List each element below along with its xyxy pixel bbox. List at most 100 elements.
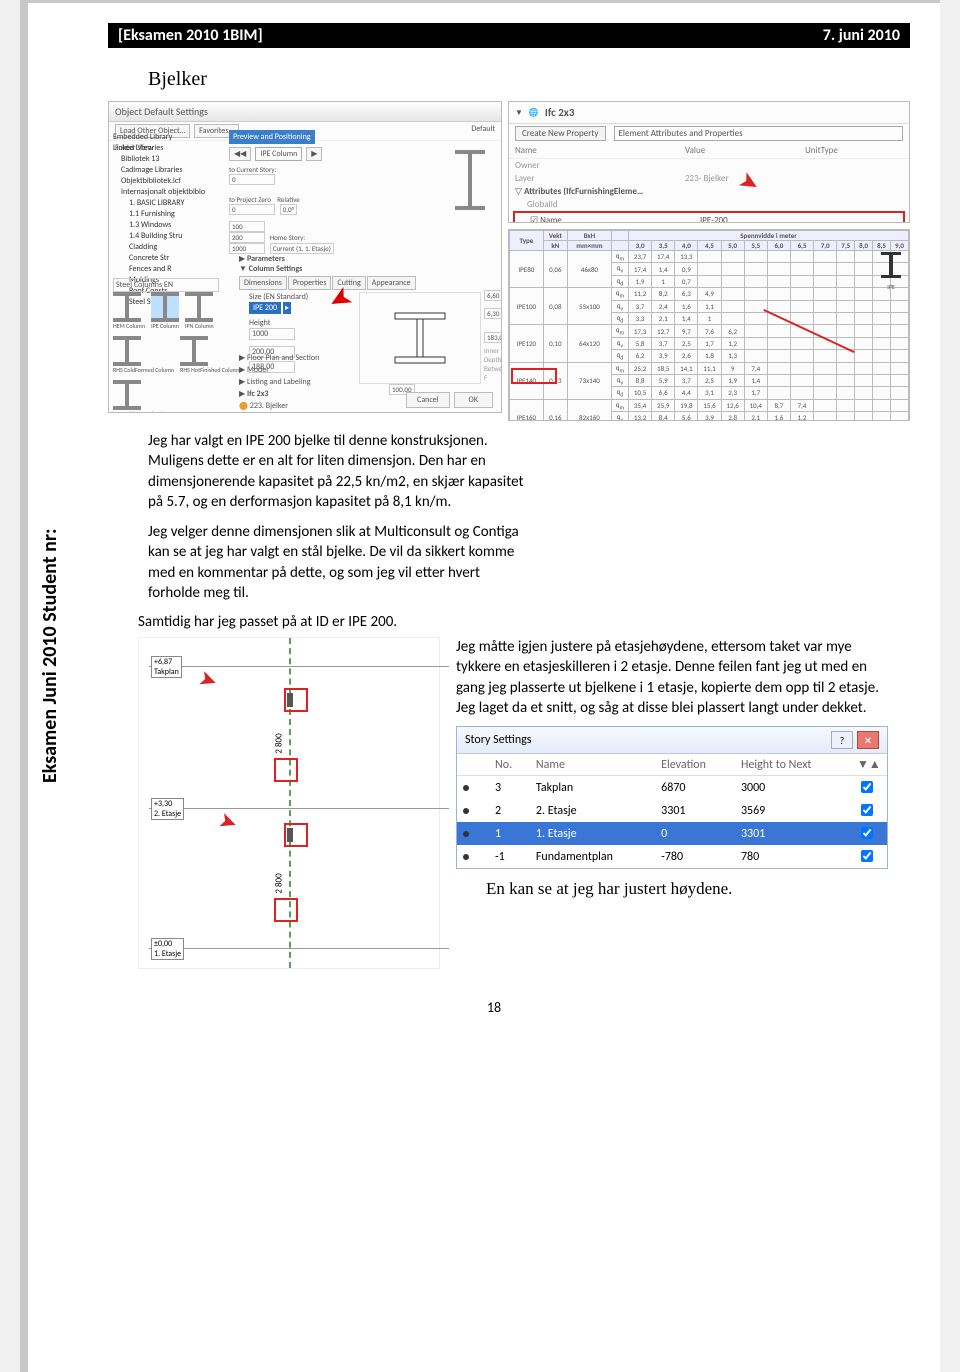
collapse-icon[interactable]: ▼ — [515, 108, 523, 118]
story-height: 3569 — [735, 799, 851, 822]
profile-label: IPE Column — [151, 322, 179, 330]
red-highlight-box — [511, 368, 557, 384]
header-left: [Eksamen 2010 1BIM] — [118, 26, 263, 45]
story-elev: 3301 — [655, 799, 735, 822]
tab-appearance[interactable]: Appearance — [367, 276, 416, 290]
panel-label[interactable]: Model — [247, 365, 268, 375]
story-name: 1. Etasje — [530, 822, 655, 845]
tree-item[interactable]: Objektbibliotek.lcf — [113, 176, 223, 187]
story-no: 3 — [489, 776, 530, 800]
story-row[interactable]: 11. Etasje03301 — [457, 822, 887, 845]
attributes-dropdown[interactable]: Element Attributes and Properties — [614, 126, 904, 141]
tree-item[interactable]: Fences and R — [113, 264, 223, 275]
val-input[interactable]: 200 — [229, 232, 265, 243]
help-icon[interactable]: ? — [831, 731, 853, 749]
story-row[interactable]: -1Fundamentplan-780780 — [457, 845, 887, 868]
story-checkbox[interactable] — [861, 827, 873, 839]
ifc-name-label[interactable]: Name — [540, 215, 562, 223]
ipe-column-field[interactable]: IPE Column — [255, 147, 302, 161]
story-name: Fundamentplan — [530, 845, 655, 868]
current-story-select[interactable]: Current (1. 1. Etasje) — [270, 243, 334, 254]
red-arrow-annotation: ➤ — [215, 806, 242, 838]
next-button[interactable]: ▶ — [306, 147, 322, 161]
preview-ibeam-icon — [455, 150, 485, 210]
ifc-name-value[interactable]: IPE-200 — [700, 215, 820, 223]
story-row[interactable]: 22. Etasje33013569 — [457, 799, 887, 822]
close-icon[interactable]: ✕ — [857, 731, 879, 749]
tree-item[interactable]: Bibliotek 13 — [113, 154, 223, 165]
story-elev: -780 — [655, 845, 735, 868]
ok-button[interactable]: OK — [454, 392, 493, 408]
layer-label[interactable]: 223. Bjelker — [250, 401, 288, 411]
profile-label: HEM Column — [113, 322, 145, 330]
tree-item[interactable]: 1. BASIC LIBRARY — [113, 198, 223, 209]
ifc-layer: Layer — [515, 173, 685, 184]
profile-browser[interactable]: HEM Column IPE Column IPN Column RHS Col… — [113, 292, 243, 413]
tree-item[interactable]: Linked Libraries — [113, 143, 223, 154]
paragraph-3: Samtidig har jeg passet på at ID er IPE … — [138, 613, 910, 631]
angle-input[interactable]: 0,0° — [280, 204, 297, 215]
profile-icon[interactable] — [113, 292, 141, 322]
story-checkbox[interactable] — [861, 781, 873, 793]
story-height: 780 — [735, 845, 851, 868]
story-name: 2. Etasje — [530, 799, 655, 822]
col-name: Name — [515, 145, 685, 156]
profile-label: RHS HotFinished Column — [180, 366, 241, 374]
inner-depth-label: Inner Depth Between F — [484, 346, 502, 382]
val-input[interactable]: 0 — [229, 204, 275, 215]
browser-label[interactable]: Steel Columns EN — [113, 278, 219, 292]
val-input[interactable]: 1000 — [229, 243, 265, 254]
to-story-label: to Current Story: — [229, 165, 276, 174]
panel-label[interactable]: Ifc 2x3 — [247, 389, 268, 399]
col-elevation: Elevation — [655, 754, 735, 776]
panel-label[interactable]: Listing and Labeling — [247, 377, 311, 387]
paragraph-1: Jeg har valgt en IPE 200 bjelke til denn… — [148, 431, 528, 512]
height-label: Height — [249, 318, 308, 328]
tree-item[interactable]: 1.4 Building Stru — [113, 231, 223, 242]
profile-icon[interactable] — [185, 292, 213, 322]
home-story-label: Home Story: — [270, 233, 305, 242]
dialog-title: Object Default Settings — [109, 102, 501, 122]
story-checkbox[interactable] — [861, 804, 873, 816]
story-checkbox[interactable] — [861, 850, 873, 862]
profile-icon[interactable] — [180, 336, 208, 366]
prev-button[interactable]: ◀◀ — [229, 147, 251, 161]
tree-item[interactable]: 1.3 Windows — [113, 220, 223, 231]
column-settings-panel[interactable]: Column Settings — [249, 264, 303, 274]
red-highlight-box: ☑ NameIPE-200 — [513, 211, 905, 223]
level-tag: +3,302. Etasje — [151, 798, 184, 820]
parameters-panel[interactable]: Parameters — [247, 254, 285, 264]
tree-item[interactable]: Cadimage Libraries — [113, 165, 223, 176]
height-input[interactable]: 1000 — [249, 328, 295, 340]
col-no: No. — [489, 754, 530, 776]
panel-label[interactable]: Floor Plan and Section — [247, 353, 319, 363]
create-property-button[interactable]: Create New Property — [515, 126, 606, 141]
ifc-owner: Owner — [515, 160, 685, 171]
profile-label: RHS ColdFormed Column — [113, 366, 174, 374]
profile-icon[interactable] — [113, 380, 141, 410]
dimension-label: 2 800 — [274, 733, 285, 753]
profile-icon-selected[interactable] — [151, 292, 179, 322]
lower-panels: ▶ Floor Plan and Section ▶ Model ▶ Listi… — [239, 352, 319, 412]
ifc-attrs-header[interactable]: Attributes (IfcFurnishingEleme… — [524, 186, 643, 197]
object-settings-dialog: Object Default Settings Load Other Objec… — [108, 101, 502, 413]
dimension-label: 2 800 — [274, 873, 285, 893]
val-input[interactable]: 0 — [229, 174, 275, 185]
tree-item[interactable]: 1.1 Furnishing — [113, 209, 223, 220]
val-input[interactable]: 100 — [229, 221, 265, 232]
story-row[interactable]: 3Takplan68703000 — [457, 776, 887, 800]
tree-item[interactable]: Embedded Library — [113, 132, 223, 143]
tree-item[interactable]: Internasjonalt objektbiblo — [113, 187, 223, 198]
profile-icon[interactable] — [113, 336, 141, 366]
globe-icon: 🌐 — [529, 108, 539, 118]
tree-item[interactable]: Cladding — [113, 242, 223, 253]
size-select[interactable]: IPE 200 — [249, 302, 281, 314]
cancel-button[interactable]: Cancel — [406, 392, 450, 408]
dim-box[interactable]: 6,30 — [484, 308, 502, 319]
dim-box[interactable]: 6,60 — [484, 290, 502, 301]
size-dropdown-icon[interactable]: ▸ — [283, 302, 291, 314]
tab-dimensions[interactable]: Dimensions — [239, 276, 287, 290]
sidebar-label: Eksamen Juni 2010 Student nr: — [38, 528, 62, 783]
tree-item[interactable]: Concrete Str — [113, 253, 223, 264]
dim-box[interactable]: 183,00 — [484, 332, 502, 343]
